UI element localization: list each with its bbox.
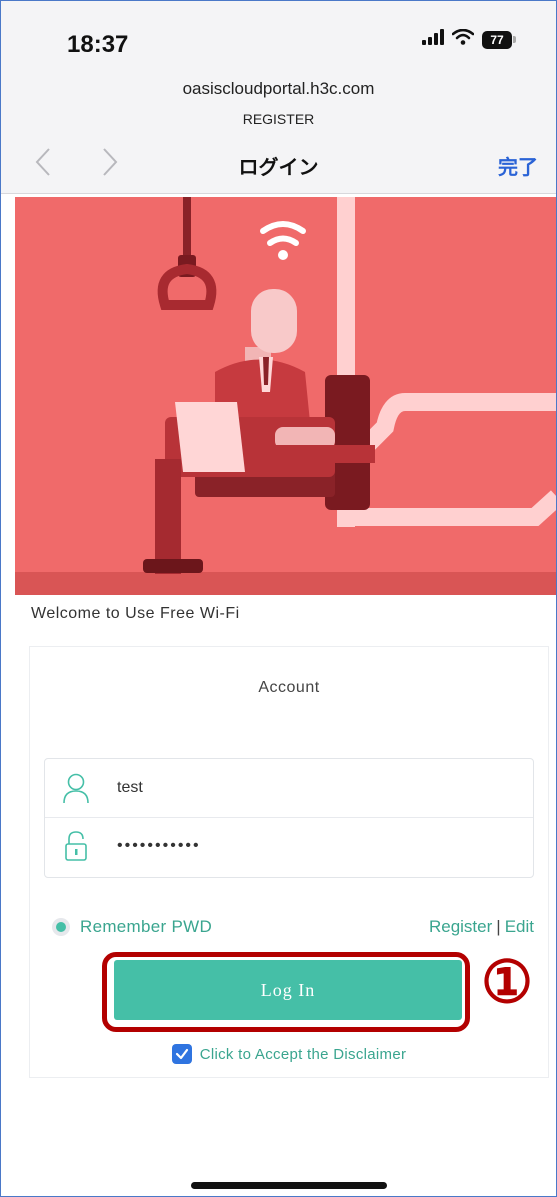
battery-level: 77 [482, 30, 512, 49]
remember-password-toggle[interactable]: Remember PWD [52, 917, 212, 937]
signal-icon [422, 29, 444, 50]
done-button[interactable]: 完了 [498, 151, 538, 180]
register-link[interactable]: Register [429, 917, 492, 936]
account-title: Account [258, 679, 320, 696]
welcome-message: Welcome to Use Free Wi-Fi [31, 605, 240, 622]
url-domain: oasiscloudportal.h3c.com [182, 79, 375, 98]
password-value[interactable]: ••••••••••• [117, 837, 201, 855]
edit-link[interactable]: Edit [505, 917, 534, 936]
hero-illustration [15, 197, 556, 595]
checkbox-checked-icon[interactable] [171, 1044, 192, 1064]
account-links: Register | Edit [429, 917, 534, 937]
step-marker: ① [481, 950, 533, 1015]
status-icons: 77 [422, 28, 516, 50]
username-field[interactable]: test [45, 759, 533, 818]
status-time: 18:37 [67, 31, 129, 58]
login-card: Account test ••••••••••• Remember PWD Re… [29, 646, 549, 1078]
browser-top-bar: 18:37 77 oasiscloudportal.h3c.com REGIST… [1, 1, 556, 194]
page-subtitle: REGISTER [242, 111, 315, 127]
password-field[interactable]: ••••••••••• [45, 817, 533, 875]
disclaimer-row[interactable]: Click to Accept the Disclaimer [30, 1044, 548, 1064]
remember-radio[interactable] [52, 918, 70, 936]
remember-label: Remember PWD [80, 917, 213, 936]
disclaimer-label[interactable]: Click to Accept the Disclaimer [200, 1046, 407, 1063]
credentials-box: test ••••••••••• [44, 758, 534, 878]
username-value[interactable]: test [117, 779, 143, 797]
links-separator: | [496, 917, 501, 936]
home-indicator[interactable] [191, 1182, 387, 1189]
wifi-icon [451, 28, 475, 50]
phone-screen: 18:37 77 oasiscloudportal.h3c.com REGIST… [0, 0, 557, 1197]
page-title: ログイン [238, 157, 319, 179]
lock-icon [61, 830, 91, 862]
login-button[interactable]: Log In [114, 960, 462, 1020]
battery-icon: 77 [482, 30, 516, 49]
user-icon [61, 772, 91, 804]
